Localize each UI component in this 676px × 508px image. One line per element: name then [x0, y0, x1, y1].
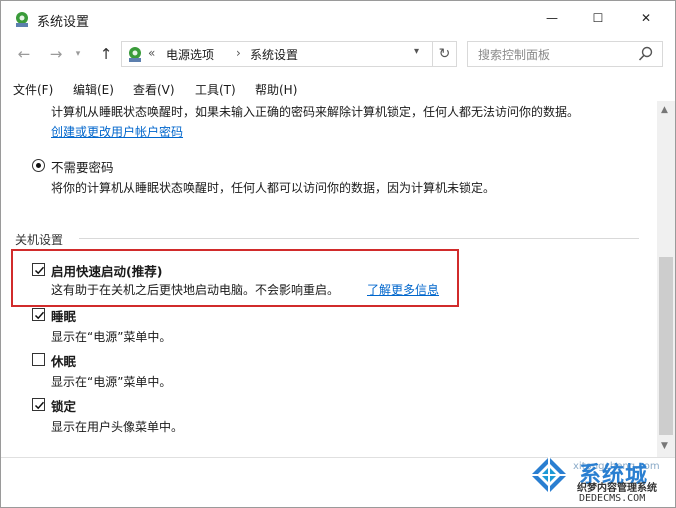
- learn-more-link[interactable]: 了解更多信息: [367, 281, 439, 298]
- lock-description: 显示在用户头像菜单中。: [51, 420, 184, 434]
- menu-help[interactable]: 帮助(H): [255, 81, 297, 98]
- up-button[interactable]: ↑: [95, 43, 117, 65]
- address-dropdown-icon[interactable]: ▾: [414, 46, 419, 57]
- menu-edit[interactable]: 编辑(E): [73, 81, 114, 98]
- sleep-checkbox[interactable]: [32, 308, 45, 321]
- search-icon: [638, 46, 653, 61]
- minimize-icon: —: [546, 11, 558, 25]
- close-icon: ✕: [640, 11, 652, 25]
- up-arrow-icon: ↑: [99, 45, 113, 63]
- require-password-description: 计算机从睡眠状态唤醒时，如果未输入正确的密码来解除计算机锁定，任何人都无法访问你…: [51, 105, 580, 119]
- minimize-button[interactable]: —: [529, 1, 575, 35]
- no-password-description: 将你的计算机从睡眠状态唤醒时，任何人都可以访问你的数据，因为计算机未锁定。: [51, 181, 496, 195]
- refresh-button[interactable]: ↻: [433, 41, 457, 67]
- search-input[interactable]: 搜索控制面板: [467, 41, 663, 67]
- fast-startup-checkbox[interactable]: [32, 263, 45, 276]
- no-password-radio[interactable]: [32, 159, 45, 172]
- windows-logo-watermark: [531, 457, 567, 493]
- recent-locations-button[interactable]: ▾: [71, 43, 85, 65]
- forward-button[interactable]: →: [45, 43, 67, 65]
- menu-view[interactable]: 查看(V): [133, 81, 175, 98]
- menu-file[interactable]: 文件(F): [13, 81, 53, 98]
- create-password-link[interactable]: 创建或更改用户帐户密码: [51, 123, 183, 140]
- sleep-description: 显示在“电源”菜单中。: [51, 330, 172, 344]
- menu-bar: 文件(F) 编辑(E) 查看(V) 工具(T) 帮助(H): [1, 79, 675, 99]
- scroll-thumb[interactable]: [659, 257, 673, 435]
- address-bar[interactable]: « 电源选项 › 系统设置 ▾: [121, 41, 433, 67]
- forward-arrow-icon: →: [49, 45, 63, 63]
- scroll-up-icon[interactable]: ▲: [661, 105, 668, 115]
- window-title: 系统设置: [37, 15, 90, 30]
- menu-tools[interactable]: 工具(T): [195, 81, 236, 98]
- watermark-site: DEDECMS.COM: [579, 493, 646, 504]
- system-settings-window: 系统设置 — ☐ ✕ ← → ▾ ↑ « 电源选项 › 系统设置 ▾ ↻ 搜索控…: [0, 0, 676, 508]
- breadcrumb-separator-icon[interactable]: ›: [236, 46, 241, 60]
- refresh-icon: ↻: [438, 46, 451, 62]
- section-divider: [79, 238, 639, 239]
- lock-checkbox[interactable]: [32, 398, 45, 411]
- back-button[interactable]: ←: [13, 43, 35, 65]
- navigation-bar: ← → ▾ ↑ « 电源选项 › 系统设置 ▾ ↻ 搜索控制面板: [1, 39, 675, 69]
- fast-startup-label: 启用快速启动(推荐): [51, 264, 163, 279]
- maximize-icon: ☐: [592, 11, 604, 25]
- chevron-down-icon: ▾: [75, 49, 81, 59]
- no-password-label: 不需要密码: [51, 160, 114, 175]
- hibernate-description: 显示在“电源”菜单中。: [51, 375, 172, 389]
- close-button[interactable]: ✕: [623, 1, 669, 35]
- title-bar: 系统设置 — ☐ ✕: [1, 1, 675, 37]
- breadcrumb-overflow-icon[interactable]: «: [148, 46, 155, 60]
- hibernate-checkbox[interactable]: [32, 353, 45, 366]
- checkmark-icon: [34, 266, 45, 275]
- search-placeholder: 搜索控制面板: [478, 48, 551, 62]
- sleep-label: 睡眠: [51, 309, 77, 324]
- watermark-subtitle: 织梦内容管理系统: [577, 483, 657, 494]
- control-panel-icon: [16, 12, 28, 27]
- breadcrumb-system-settings[interactable]: 系统设置: [250, 46, 298, 63]
- maximize-button[interactable]: ☐: [575, 1, 621, 35]
- shutdown-section-title: 关机设置: [15, 233, 64, 247]
- footer-divider: [1, 457, 675, 458]
- checkmark-icon: [34, 311, 45, 320]
- settings-content: 计算机从睡眠状态唤醒时，如果未输入正确的密码来解除计算机锁定，任何人都无法访问你…: [1, 101, 657, 457]
- back-arrow-icon: ←: [17, 45, 31, 63]
- fast-startup-description: 这有助于在关机之后更快地启动电脑。不会影响重启。: [51, 283, 340, 297]
- vertical-scrollbar[interactable]: ▲ ▼: [657, 101, 675, 457]
- hibernate-label: 休眠: [51, 354, 77, 369]
- lock-label: 锁定: [51, 399, 77, 414]
- control-panel-icon: [129, 47, 141, 62]
- scroll-down-icon[interactable]: ▼: [661, 441, 668, 451]
- checkmark-icon: [34, 401, 45, 410]
- breadcrumb-power-options[interactable]: 电源选项: [166, 46, 214, 63]
